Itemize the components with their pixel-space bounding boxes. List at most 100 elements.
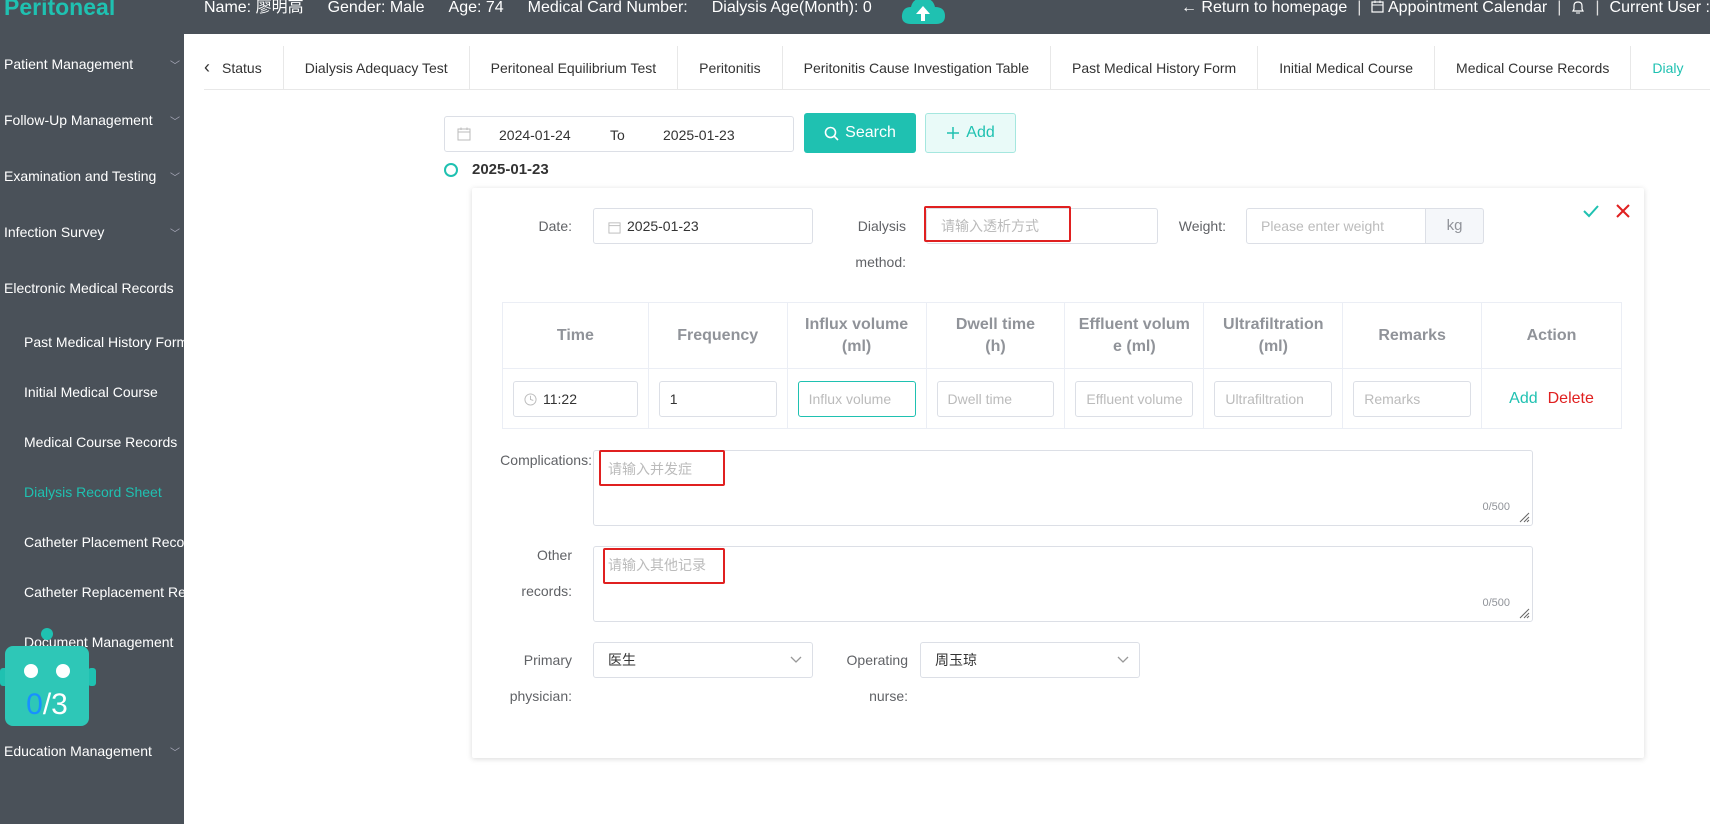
complications-label: Complications:: [500, 452, 592, 468]
chevron-down-icon: ﹀: [170, 747, 180, 759]
sidebar-item-follow-up-management[interactable]: Follow-Up Management ﹀: [4, 112, 180, 128]
sidebar-subitem-catheter-replacement[interactable]: Catheter Replacement Record: [24, 584, 184, 600]
operating-nurse-label-2: nurse:: [869, 688, 908, 704]
dialysis-method-label-2: method:: [855, 254, 906, 270]
tab-dialysis-adequacy[interactable]: Dialysis Adequacy Test: [284, 46, 470, 89]
weight-label: Weight:: [1178, 218, 1226, 234]
tab-initial-medical-course[interactable]: Initial Medical Course: [1258, 46, 1436, 89]
close-icon[interactable]: [1614, 202, 1632, 220]
sidebar-subitem-dialysis-record-sheet[interactable]: Dialysis Record Sheet: [24, 484, 184, 500]
weight-unit: kg: [1426, 208, 1484, 244]
highlight-box: [924, 206, 1071, 242]
patient-age: Age: 74: [448, 0, 504, 16]
sidebar-item-examination-testing[interactable]: Examination and Testing ﹀: [4, 168, 180, 184]
robot-antenna: [41, 628, 53, 640]
tab-peritonitis[interactable]: Peritonitis: [678, 46, 783, 89]
record-card: Date: 2025-01-23 Dialysis method: 请输入透析方…: [472, 188, 1644, 758]
add-row-link[interactable]: Add: [1509, 390, 1537, 407]
plus-icon: [947, 127, 960, 139]
dialysis-data-table: Time Frequency Influx volume (ml) Dwell t…: [502, 302, 1622, 429]
patient-info: Name: 廖明高 Gender: Male Age: 74 Medical C…: [204, 0, 872, 16]
chevron-down-icon: [790, 656, 802, 663]
frequency-input[interactable]: 1: [658, 380, 777, 417]
other-records-textarea[interactable]: 请输入其他记录 0/500: [593, 546, 1533, 622]
calendar-icon: [608, 222, 621, 234]
date-label: Date:: [538, 218, 572, 234]
primary-physician-label-2: physician:: [509, 688, 572, 704]
sidebar-subitem-medical-course-records[interactable]: Medical Course Records: [24, 434, 184, 450]
primary-physician-label: Primary: [523, 652, 572, 668]
sidebar-item-education-management[interactable]: Education Management ﹀: [4, 743, 180, 759]
dwell-time-input[interactable]: Dwell time: [936, 380, 1055, 417]
bell-icon[interactable]: [1571, 0, 1585, 15]
top-right-actions: ← Return to homepage | Appointment Calen…: [1180, 0, 1710, 16]
tab-status[interactable]: Status: [222, 46, 284, 89]
resize-handle-icon[interactable]: [1518, 607, 1530, 619]
operating-nurse-select[interactable]: 周玉琼: [920, 642, 1140, 678]
dialysis-method-label: Dialysis: [857, 218, 906, 234]
table-row: 11:22 1 Influx volume Dwell time Effluen…: [502, 368, 1622, 429]
influx-volume-input[interactable]: Influx volume: [797, 380, 916, 417]
sidebar-subitem-catheter-placement[interactable]: Catheter Placement Record: [24, 534, 184, 550]
tab-past-medical-history[interactable]: Past Medical History Form: [1051, 46, 1259, 89]
sidebar-item-infection-survey[interactable]: Infection Survey ﹀: [4, 224, 180, 240]
calendar-icon: [457, 127, 471, 141]
chevron-down-icon: ﹀: [170, 172, 180, 184]
remarks-input[interactable]: Remarks: [1353, 380, 1472, 417]
sidebar-subitem-past-medical-history[interactable]: Past Medical History Form: [24, 334, 184, 350]
end-date-value[interactable]: 2025-01-23: [663, 127, 735, 143]
sidebar-item-electronic-medical-records[interactable]: Electronic Medical Records: [4, 280, 180, 296]
robot-eye-left: [24, 664, 38, 678]
time-input[interactable]: 11:22: [513, 380, 638, 417]
chevron-down-icon: ﹀: [170, 116, 180, 128]
other-records-label: Other: [536, 547, 572, 563]
chevron-left-icon[interactable]: ‹: [204, 46, 222, 89]
current-user-label: Current User :: [1609, 0, 1710, 16]
primary-physician-select[interactable]: 医生: [593, 642, 813, 678]
robot-ear-right: [88, 668, 96, 686]
sidebar-subitem-initial-medical-course[interactable]: Initial Medical Course: [24, 384, 184, 400]
sidebar-item-patient-management[interactable]: Patient Management ﹀: [4, 56, 180, 72]
highlight-box: [603, 548, 725, 584]
effluent-volume-input[interactable]: Effluent volume: [1075, 380, 1194, 417]
tab-peritoneal-equilibrium[interactable]: Peritoneal Equilibrium Test: [470, 46, 679, 89]
operating-nurse-label: Operating: [846, 652, 908, 668]
check-icon[interactable]: [1582, 202, 1600, 220]
start-date-value[interactable]: 2024-01-24: [499, 127, 571, 143]
search-button[interactable]: Search: [804, 113, 916, 153]
column-header-time: Time: [502, 302, 649, 369]
robot-eye-right: [56, 664, 70, 678]
chevron-down-icon: ﹀: [170, 228, 180, 240]
robot-assistant[interactable]: 0/3: [0, 628, 100, 728]
weight-field[interactable]: Please enter weight: [1246, 208, 1426, 244]
add-record-button[interactable]: Add: [925, 113, 1016, 153]
column-header-ultrafiltration: Ultrafiltration (ml): [1203, 302, 1344, 369]
column-header-frequency: Frequency: [647, 302, 788, 369]
chevron-down-icon: [1117, 656, 1129, 663]
complications-char-count: 0/500: [1482, 501, 1510, 513]
column-header-influx-volume: Influx volume (ml): [786, 302, 927, 369]
tab-dialysis-record[interactable]: Dialy: [1631, 46, 1704, 89]
other-records-label-2: records:: [521, 583, 572, 599]
top-bar: Peritoneal Name: 廖明高 Gender: Male Age: 7…: [0, 0, 1710, 34]
column-header-remarks: Remarks: [1342, 302, 1483, 369]
column-header-dwell-time: Dwell time (h): [925, 302, 1066, 369]
date-field[interactable]: 2025-01-23: [593, 208, 813, 244]
ultrafiltration-input[interactable]: Ultrafiltration: [1214, 380, 1333, 417]
tab-medical-course-records[interactable]: Medical Course Records: [1435, 46, 1632, 89]
date-range-picker[interactable]: 2024-01-24 To 2025-01-23: [444, 116, 794, 152]
patient-dialysis-age: Dialysis Age(Month): 0: [711, 0, 872, 16]
appointment-calendar-link[interactable]: Appointment Calendar: [1371, 0, 1547, 16]
highlight-box: [599, 450, 725, 486]
delete-row-link[interactable]: Delete: [1548, 390, 1594, 407]
timeline-dot: [444, 163, 458, 177]
resize-handle-icon[interactable]: [1518, 511, 1530, 523]
complications-textarea[interactable]: 请输入并发症 0/500: [593, 450, 1533, 526]
calendar-icon: [1371, 0, 1385, 13]
search-icon: [824, 126, 839, 141]
return-home-link[interactable]: ← Return to homepage: [1181, 0, 1347, 16]
cloud-upload-icon[interactable]: [901, 0, 946, 26]
tab-peritonitis-cause[interactable]: Peritonitis Cause Investigation Table: [783, 46, 1052, 89]
chevron-down-icon: ﹀: [170, 60, 180, 72]
patient-name: Name: 廖明高: [204, 0, 304, 16]
